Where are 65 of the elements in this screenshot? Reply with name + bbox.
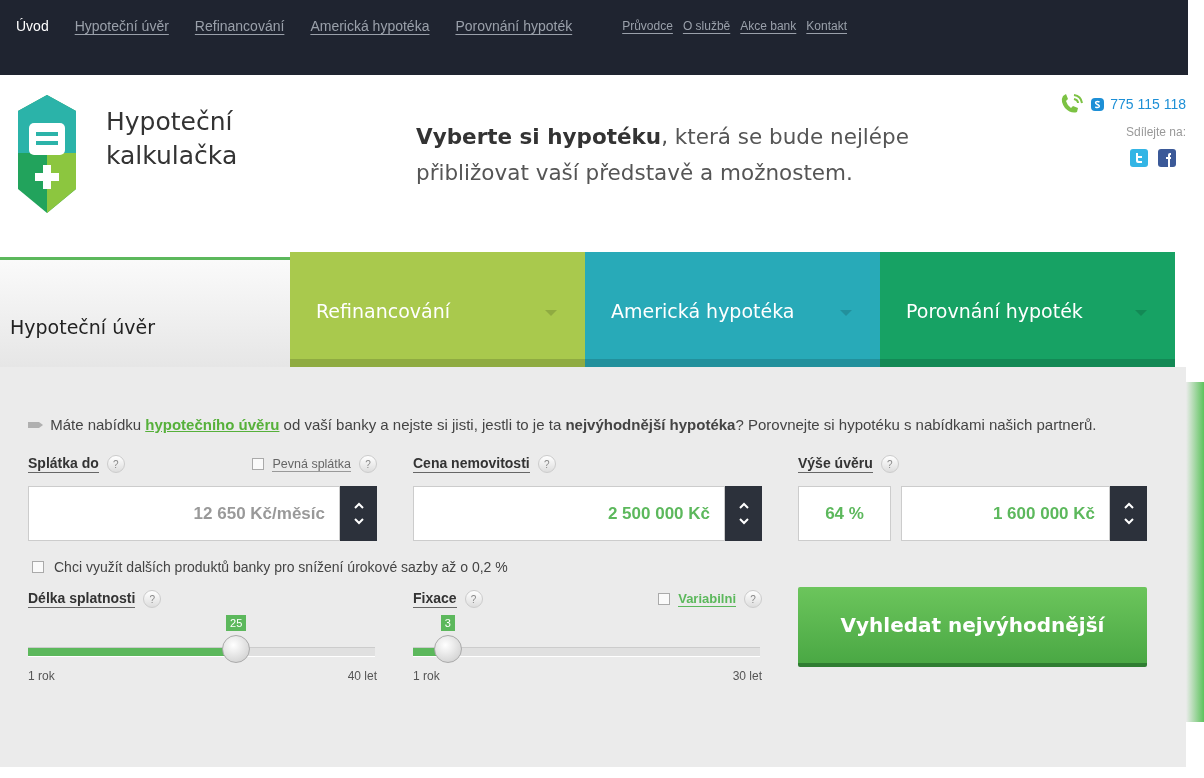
slider-value: 3	[440, 615, 455, 631]
help-icon[interactable]: ?	[106, 455, 125, 473]
facebook-icon[interactable]	[1158, 149, 1176, 167]
loan-amount-field[interactable]: 1 600 000 Kč	[901, 486, 1110, 541]
phone-number[interactable]: 775 115 118	[1110, 96, 1186, 112]
nav-link[interactable]: Akce bank	[740, 18, 797, 33]
spinner-buttons[interactable]	[725, 486, 762, 541]
tab[interactable]: Americká hypotéka	[585, 252, 880, 367]
slider-max-label: 40 let	[347, 669, 377, 683]
checkbox-label[interactable]: Chci využít dalších produktů banky pro snížení úrokové sazby až o 0,2 %	[54, 559, 508, 575]
caret-icon	[545, 310, 557, 316]
nav-link[interactable]: Úvod	[16, 17, 49, 34]
tab[interactable]: Refinancování	[290, 252, 585, 367]
nav-link[interactable]: Americká hypotéka	[310, 17, 430, 34]
slider-max-label: 30 let	[732, 669, 762, 683]
chevron-down-icon	[1123, 518, 1134, 525]
field-label: Délka splatnosti	[28, 590, 136, 608]
field-label: Fixace	[413, 590, 457, 608]
slider-min-label: 1 rok	[413, 669, 440, 683]
nav-link[interactable]: O službě	[682, 18, 731, 33]
skype-icon	[1091, 97, 1105, 111]
spinner-buttons[interactable]	[1110, 486, 1147, 541]
chevron-down-icon	[353, 518, 364, 525]
spinner-buttons[interactable]	[340, 486, 377, 541]
chevron-up-icon	[738, 502, 749, 509]
caret-icon	[840, 310, 852, 316]
loan-percent-field[interactable]: 64 %	[798, 486, 891, 541]
mortgage-link[interactable]: hypotečního úvěru	[145, 416, 280, 433]
checkbox-label[interactable]: Variabilni	[678, 591, 736, 607]
nav-link[interactable]: Kontakt	[806, 18, 847, 33]
tagline: Vyberte si hypotéku, která se bude nejlépe přibližovat vaší představě a možnostem.	[416, 123, 910, 187]
checkbox[interactable]	[252, 458, 265, 470]
phone-icon	[1059, 93, 1086, 115]
logo-icon	[16, 93, 78, 215]
field-label: Cena nemovitosti	[413, 455, 530, 473]
field-label: Výše úvěru	[798, 455, 873, 473]
caret-icon	[1135, 310, 1147, 316]
tab[interactable]: Hypoteční úvěr	[0, 257, 290, 367]
help-icon[interactable]: ?	[537, 455, 556, 473]
property-price-field[interactable]: 2 500 000 Kč	[413, 486, 725, 541]
share-label: Sdílejte na:	[1125, 125, 1186, 139]
tab[interactable]: Porovnání hypoték	[880, 252, 1175, 367]
nav-link[interactable]: Průvodce	[622, 18, 673, 33]
help-icon[interactable]: ?	[143, 590, 162, 608]
slider-value: 25	[226, 615, 247, 631]
field-label: Splátka do	[28, 455, 99, 473]
pointer-icon	[28, 420, 44, 430]
payment-field[interactable]: 12 650 Kč/měsíc	[28, 486, 340, 541]
help-icon[interactable]: ?	[744, 590, 762, 608]
chevron-up-icon	[1123, 502, 1134, 509]
chevron-down-icon	[738, 518, 749, 525]
checkbox-label[interactable]: Pevná splátka	[272, 456, 351, 472]
nav-link[interactable]: Refinancování	[194, 17, 285, 34]
nav-link[interactable]: Porovnání hypoték	[455, 17, 573, 34]
site-title: Hypoteční kalkulačka	[106, 106, 238, 172]
search-button[interactable]: Vyhledat nejvýhodnější	[798, 587, 1147, 667]
checkbox[interactable]	[32, 561, 44, 573]
help-icon[interactable]: ?	[880, 455, 899, 473]
chevron-up-icon	[353, 502, 364, 509]
nav-link[interactable]: Hypoteční úvěr	[74, 17, 169, 34]
intro-text: Máte nabídku hypotečního úvěru od vaší banky a nejste si jisti, jestli to je ta nejvýhodnější hypotéka? Porovnejte si hypotéku s nabídkami našich partnerů.	[28, 411, 1138, 438]
help-icon[interactable]: ?	[359, 455, 377, 473]
help-icon[interactable]: ?	[464, 590, 483, 608]
slider-min-label: 1 rok	[28, 669, 55, 683]
checkbox[interactable]	[658, 593, 671, 605]
